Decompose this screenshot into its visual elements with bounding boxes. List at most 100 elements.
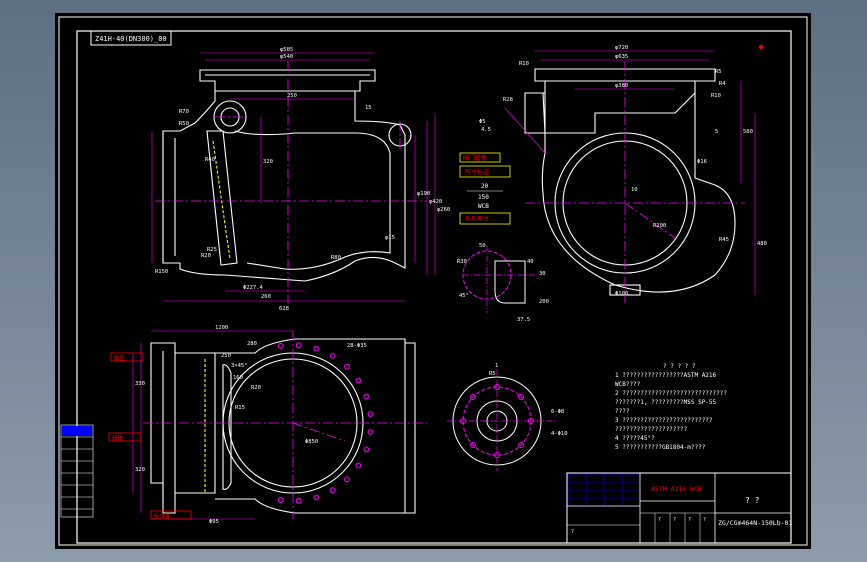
bolt-hole bbox=[277, 343, 284, 349]
dim-r80: R80 bbox=[331, 255, 341, 261]
side-left-lug bbox=[524, 92, 545, 134]
bolt-hole bbox=[295, 497, 302, 504]
tag-1: 阀门管件 bbox=[463, 154, 487, 162]
inner-cavity bbox=[234, 130, 391, 270]
drawing-viewport[interactable]: Z41H-40(DN300)_00 φ585 φ540 250 R70 R50 … bbox=[55, 13, 811, 549]
plan-tag-3: 标准件 bbox=[154, 512, 171, 520]
note-line-6: 3 ????????????????????????? bbox=[615, 417, 713, 424]
dim-15: 15 bbox=[365, 105, 372, 111]
bolt-hole bbox=[344, 476, 350, 483]
dim-r45: R45 bbox=[719, 237, 729, 243]
bolt-hole bbox=[329, 487, 336, 494]
note-line-4: ???????1, ?????????MSS SP-55 bbox=[615, 399, 717, 406]
dim-phi260: φ260 bbox=[437, 207, 450, 213]
bolt-hole bbox=[277, 497, 284, 503]
dim-r10b: R10 bbox=[711, 93, 721, 99]
dim-phi380: φ380 bbox=[615, 83, 628, 89]
plan-tag-1: 锻压 bbox=[114, 354, 126, 362]
plan-view bbox=[150, 338, 416, 514]
tag-3: 外形尺寸 bbox=[465, 215, 489, 223]
dim-r4: R4 bbox=[719, 81, 726, 87]
frac-mid: 150 bbox=[478, 194, 489, 201]
revision-marker bbox=[759, 45, 763, 49]
dim-540: φ540 bbox=[280, 54, 293, 60]
note-line-7: ???????????????????? bbox=[615, 426, 688, 433]
dim-phi635: φ635 bbox=[615, 54, 628, 60]
bolt-hole bbox=[367, 429, 374, 435]
dim-r50: R50 bbox=[179, 121, 189, 127]
plan-radius-line bbox=[292, 422, 346, 442]
dim-r10a: R10 bbox=[519, 61, 529, 67]
dim-phi850: Φ850 bbox=[305, 439, 318, 445]
dim-r40: R40 bbox=[205, 157, 215, 163]
dim-r15: R15 bbox=[235, 405, 245, 411]
dim-r150: R150 bbox=[155, 269, 168, 275]
dim-phi5: Φ5 bbox=[479, 119, 486, 125]
title-cell-2: ? bbox=[673, 517, 676, 523]
dim-r20b: R20 bbox=[251, 385, 261, 391]
seat-hidden bbox=[212, 140, 231, 260]
front-dim-texts: φ585 φ540 250 R70 R50 15 320 R40 R25 φ15… bbox=[155, 47, 450, 312]
dim-628: 628 bbox=[279, 306, 289, 312]
dim-r200: R200 bbox=[653, 223, 666, 229]
dim-260: 260 bbox=[261, 294, 271, 300]
cad-drawing: Z41H-40(DN300)_00 φ585 φ540 250 R70 R50 … bbox=[58, 16, 808, 546]
dim-250b: 250 bbox=[221, 353, 231, 359]
title-cell-4: ? bbox=[703, 517, 706, 523]
dim-375: 37.5 bbox=[517, 317, 530, 323]
dim-flange-6phi8: 6-Φ8 bbox=[551, 409, 564, 415]
body-outline bbox=[162, 91, 406, 282]
plan-tags: 锻压 阀体 标准件 bbox=[108, 352, 192, 520]
dim-flange-4phi10: 4-Φ10 bbox=[551, 431, 568, 437]
frac-top: 20 bbox=[481, 183, 489, 190]
title-part-no: ZG/CGm464N-150Lb-01 bbox=[718, 519, 792, 527]
note-line-3: 2 ????????????????????????????? bbox=[615, 390, 727, 397]
dim-r5: R5 bbox=[715, 69, 722, 75]
dim-phi720: φ720 bbox=[615, 45, 628, 51]
side-view bbox=[524, 68, 736, 296]
bolt-hole bbox=[367, 411, 374, 417]
tag-2: 尺寸标注 bbox=[465, 168, 489, 176]
dim-160: 160 bbox=[233, 375, 243, 381]
dim-10: 10 bbox=[631, 187, 638, 193]
flange-centerlines bbox=[447, 369, 555, 471]
bolt-hole bbox=[363, 446, 370, 453]
dim-250: 250 bbox=[287, 93, 297, 99]
dim-200: 200 bbox=[539, 299, 549, 305]
dim-30: 30 bbox=[539, 271, 546, 277]
front-dimensions bbox=[151, 52, 436, 302]
dim-330: 330 bbox=[135, 381, 145, 387]
dim-320: 320 bbox=[263, 159, 273, 165]
note-line-9: 5 ???????????GB1804-m???? bbox=[615, 444, 706, 451]
top-flange bbox=[199, 69, 376, 92]
side-radius-line bbox=[624, 202, 676, 239]
side-dim-texts: φ720 φ635 φ380 R10 R5 R4 R10 R28 Φ5 4.5 … bbox=[479, 45, 767, 297]
dim-28phi35: 28-Φ35 bbox=[347, 343, 367, 349]
bolt-hole bbox=[363, 393, 370, 400]
title-cell-1: ? bbox=[658, 517, 661, 523]
dim-45deg: 45° bbox=[459, 293, 469, 299]
detail-view bbox=[462, 245, 535, 313]
seat-disc bbox=[206, 130, 238, 266]
title-cell-3: ? bbox=[688, 517, 691, 523]
drawing-id: Z41H-40(DN300)_00 bbox=[95, 35, 167, 43]
plan-right-face bbox=[405, 342, 416, 514]
side-neck bbox=[542, 92, 696, 134]
plan-dimensions bbox=[132, 330, 293, 520]
drawing-frame bbox=[76, 30, 792, 544]
dim-40: 40 bbox=[527, 259, 534, 265]
dim-r28: R28 bbox=[503, 97, 513, 103]
dim-phi420: φ420 bbox=[429, 199, 442, 205]
technical-notes: ? ? ? ? ? 1 ?????????????????ASTM A216 W… bbox=[615, 363, 727, 451]
note-line-5: ???? bbox=[615, 408, 630, 415]
title-material: ASTM A216 WCB bbox=[651, 485, 702, 493]
dim-phi227: Φ227.4 bbox=[243, 285, 264, 291]
bolt-hole bbox=[313, 345, 320, 352]
dim-585: φ585 bbox=[280, 47, 293, 53]
note-line-1: 1 ?????????????????ASTM A216 bbox=[615, 372, 717, 379]
dim-50: 50 bbox=[479, 243, 486, 249]
dim-r20: R20 bbox=[201, 253, 211, 259]
dim-3x45: 3×45° bbox=[231, 363, 248, 369]
dim-phi95: Φ95 bbox=[209, 519, 219, 525]
bolt-hole bbox=[313, 494, 320, 501]
